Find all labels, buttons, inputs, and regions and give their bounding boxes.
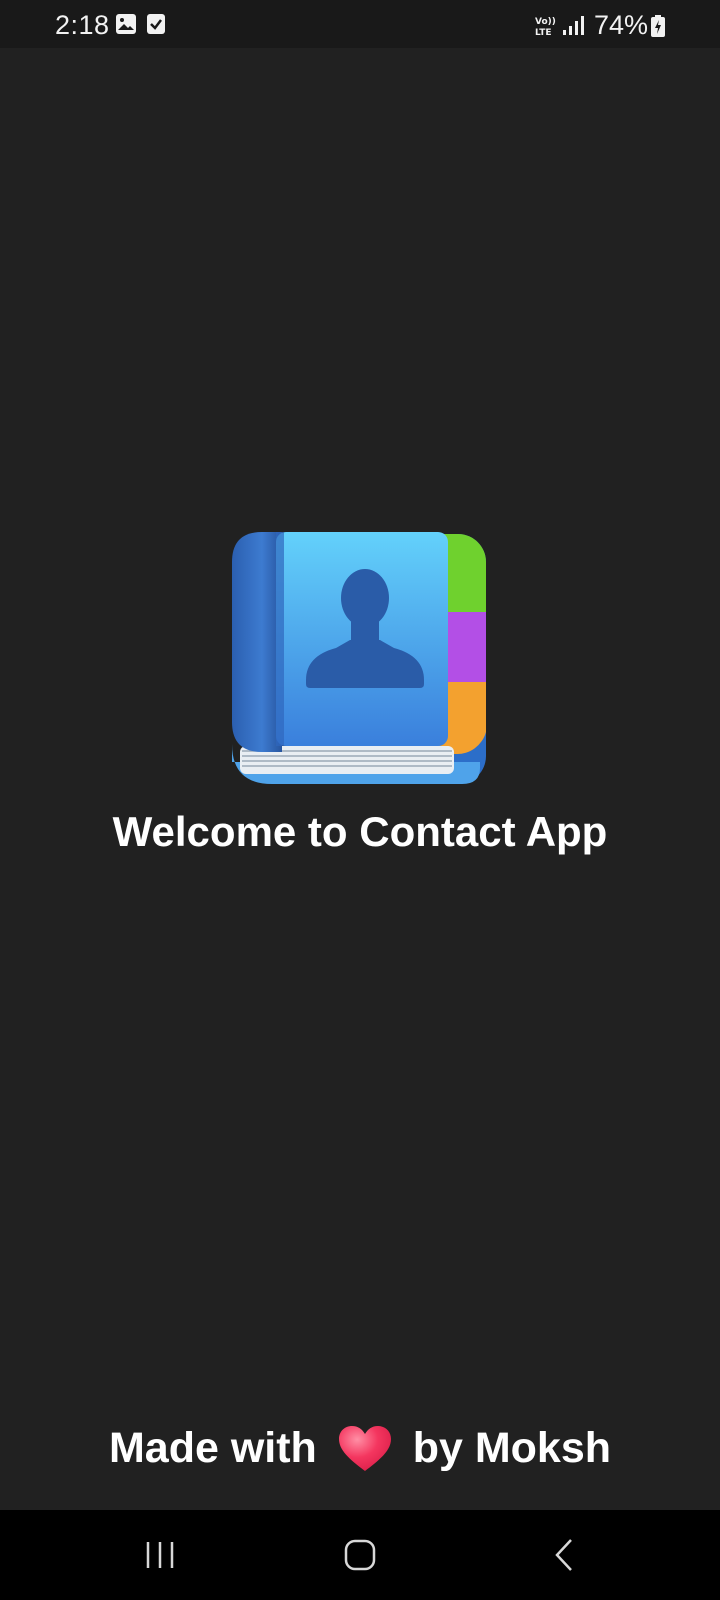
checkbox-icon [147, 14, 165, 34]
svg-text:Vo)): Vo)) [535, 17, 556, 27]
battery-percent: 74% [594, 10, 649, 40]
recents-icon [146, 1542, 174, 1568]
status-bar: 2:18 Vo)) LTE 74% [0, 0, 720, 48]
home-icon [344, 1539, 376, 1571]
navigation-bar [0, 1510, 720, 1600]
status-time: 2:18 [55, 10, 110, 40]
footer-suffix: by Moksh [412, 1424, 612, 1473]
battery-charging-icon [651, 15, 665, 37]
recents-button[interactable] [130, 1532, 190, 1578]
back-icon [555, 1539, 572, 1571]
home-button[interactable] [330, 1532, 390, 1578]
footer-prefix: Made with [108, 1424, 317, 1473]
contact-book-icon [232, 532, 486, 784]
back-button[interactable] [535, 1532, 595, 1578]
welcome-title: Welcome to Contact App [112, 808, 608, 855]
image-icon [116, 14, 136, 34]
volte-lte-icon: Vo)) LTE [535, 17, 556, 37]
svg-text:LTE: LTE [535, 28, 552, 37]
signal-icon [563, 16, 584, 35]
footer-credit: Made with by Moksh [0, 1422, 720, 1473]
heart-icon [338, 1425, 391, 1471]
